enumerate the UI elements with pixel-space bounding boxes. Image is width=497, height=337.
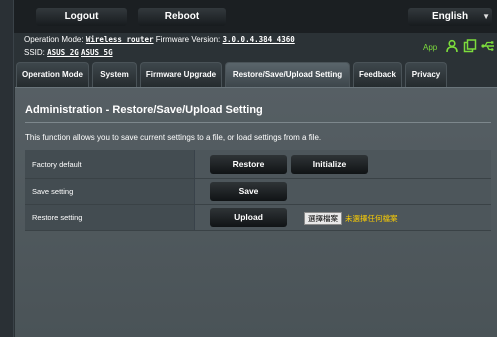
tab-system[interactable]: System: [92, 62, 137, 87]
restore-setting-actions: Upload 選擇檔案 未選擇任何檔案: [195, 205, 491, 230]
save-setting-row: Save setting Save: [25, 179, 491, 205]
restore-button[interactable]: Restore: [210, 155, 287, 174]
factory-default-row: Factory default Restore Initialize: [25, 150, 491, 179]
page-title: Administration - Restore/Save/Upload Set…: [25, 104, 263, 116]
initialize-button[interactable]: Initialize: [291, 155, 368, 174]
restore-setting-label: Restore setting: [25, 205, 195, 230]
operation-mode-link[interactable]: Wireless router: [86, 35, 154, 44]
copy-icon[interactable]: [463, 39, 477, 53]
tab-firmware-upgrade[interactable]: Firmware Upgrade: [140, 62, 222, 87]
page-description: This function allows you to save current…: [25, 133, 322, 142]
ssid-line: SSID: ASUS_2G ASUS_5G: [24, 48, 113, 57]
tab-restore-save-upload[interactable]: Restore/Save/Upload Setting: [225, 62, 350, 87]
factory-default-actions: Restore Initialize: [195, 150, 491, 178]
router-admin-frame: Logout Reboot English ▼ Operation Mode: …: [14, 0, 497, 337]
settings-table: Factory default Restore Initialize Save …: [25, 150, 491, 231]
tab-privacy[interactable]: Privacy: [405, 62, 447, 87]
language-select[interactable]: English ▼: [408, 8, 492, 26]
firmware-version-link[interactable]: 3.0.0.4.384_4360: [223, 35, 295, 44]
operation-mode-label: Operation Mode:: [24, 35, 84, 44]
choose-file-button[interactable]: 選擇檔案: [304, 212, 342, 225]
left-edge-strip: [0, 0, 14, 337]
usb-icon[interactable]: [481, 39, 495, 53]
ssid-5g-link[interactable]: ASUS_5G: [81, 48, 113, 57]
no-file-chosen-text: 未選擇任何檔案: [345, 214, 398, 223]
restore-setting-row: Restore setting Upload 選擇檔案 未選擇任何檔案: [25, 205, 491, 231]
operation-mode-line: Operation Mode: Wireless router Firmware…: [24, 35, 295, 44]
logout-button[interactable]: Logout: [36, 8, 127, 26]
tab-operation-mode[interactable]: Operation Mode: [16, 62, 89, 87]
language-value: English: [431, 11, 469, 22]
status-info: Operation Mode: Wireless router Firmware…: [14, 33, 497, 61]
reboot-button[interactable]: Reboot: [138, 8, 226, 26]
tab-feedback[interactable]: Feedback: [353, 62, 402, 87]
settings-panel: Administration - Restore/Save/Upload Set…: [15, 87, 497, 337]
ssid-label: SSID:: [24, 48, 45, 57]
save-setting-actions: Save: [195, 179, 491, 204]
factory-default-label: Factory default: [25, 150, 195, 178]
title-divider: [25, 122, 491, 123]
tab-bar: Operation Mode System Firmware Upgrade R…: [14, 61, 497, 87]
caret-down-icon: ▼: [482, 12, 490, 21]
save-button[interactable]: Save: [210, 182, 287, 201]
ssid-2g-link[interactable]: ASUS_2G: [47, 48, 79, 57]
top-bar: Logout Reboot English ▼: [14, 0, 497, 33]
person-icon[interactable]: [445, 39, 459, 53]
firmware-label: Firmware Version:: [155, 35, 221, 44]
save-setting-label: Save setting: [25, 179, 195, 204]
app-link[interactable]: App: [423, 43, 437, 52]
upload-button[interactable]: Upload: [210, 208, 287, 227]
